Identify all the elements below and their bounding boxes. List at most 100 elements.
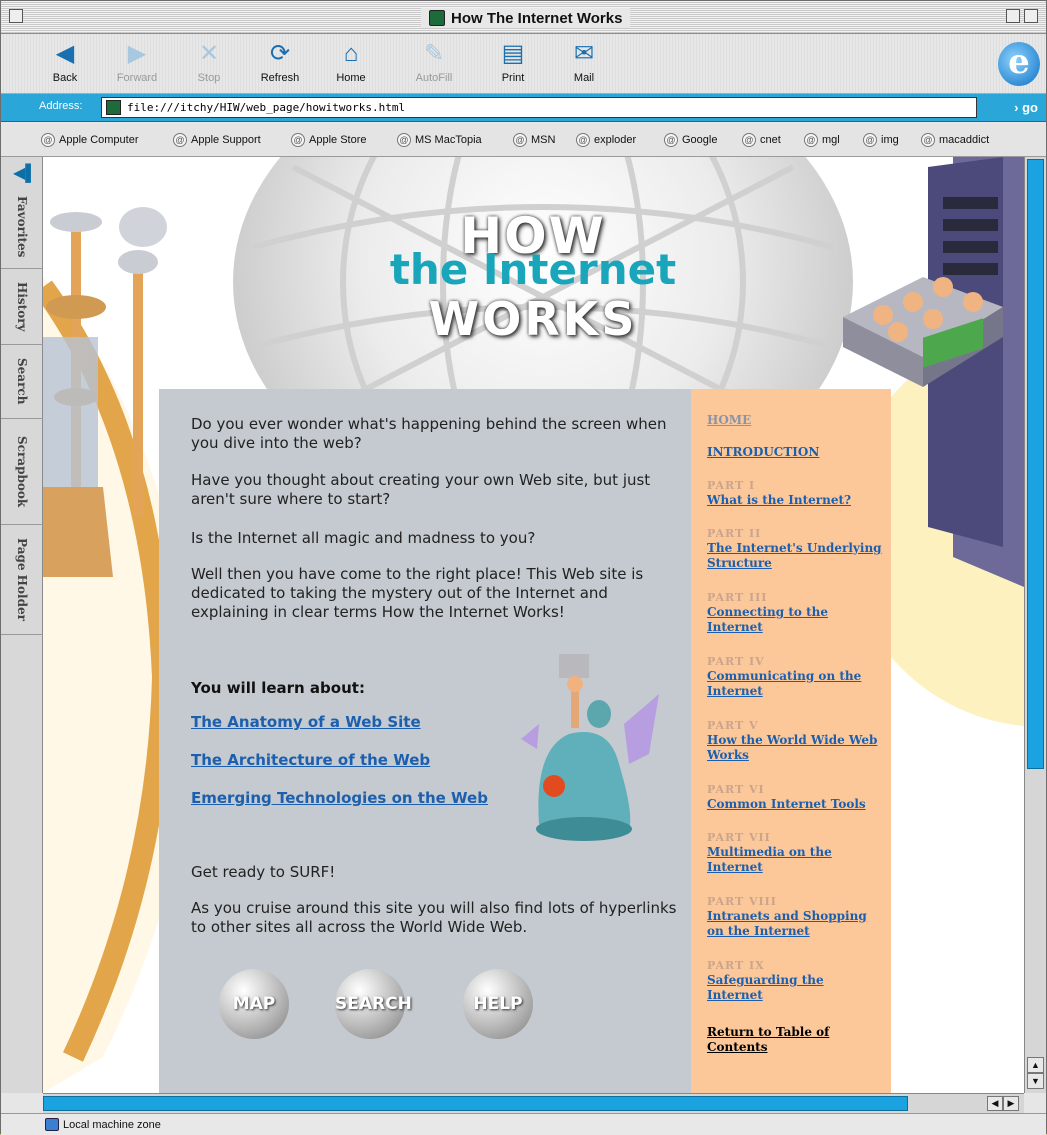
intro-paragraph-1: Do you ever wonder what's happening behi… — [191, 415, 667, 452]
map-button[interactable]: MAP — [219, 969, 289, 1039]
tab-favorites[interactable]: Favorites — [1, 185, 43, 269]
ie-logo-icon[interactable]: e — [998, 42, 1040, 86]
favorite-link[interactable]: @ Apple Computer — [41, 133, 139, 147]
horizontal-scroll-thumb[interactable] — [43, 1096, 908, 1111]
nav-part-link[interactable]: Common Internet Tools — [707, 797, 883, 812]
tab-label: Favorites — [15, 195, 29, 258]
tab-history[interactable]: History — [1, 269, 43, 345]
title-bar[interactable]: How The Internet Works — [1, 1, 1046, 34]
horizontal-scrollbar[interactable]: ◀ ▶ — [43, 1093, 1024, 1113]
favorite-link[interactable]: @ Google — [664, 133, 717, 147]
nav-part-link[interactable]: Connecting to the Internet — [707, 605, 883, 635]
return-to-contents-link[interactable]: Return to Table of Contents — [707, 1025, 883, 1055]
stop-icon: ✕ — [198, 40, 220, 67]
part-label: PART V — [707, 719, 759, 732]
vertical-scrollbar[interactable]: ▲ ▼ — [1024, 157, 1046, 1093]
home-label: Home — [336, 72, 366, 84]
back-button[interactable]: ◀ Back — [35, 40, 95, 84]
favorite-link[interactable]: @ mgl — [804, 133, 840, 147]
favorite-link[interactable]: @ img — [863, 133, 899, 147]
link-anatomy[interactable]: The Anatomy of a Web Site — [191, 713, 421, 731]
nav-part-link[interactable]: Multimedia on the Internet — [707, 845, 883, 875]
hero-title-works: WORKS — [428, 292, 638, 346]
part-label: PART I — [707, 479, 756, 492]
favorite-link[interactable]: @ Apple Store — [291, 133, 366, 147]
home-button[interactable]: ⌂ Home — [321, 40, 381, 84]
favorite-icon: @ — [576, 133, 590, 147]
document-icon — [429, 10, 445, 26]
forward-icon: ▶ — [127, 40, 147, 67]
autofill-button[interactable]: ✎ AutoFill — [404, 40, 464, 84]
status-bar: Local machine zone — [1, 1113, 1046, 1135]
main-panel: Do you ever wonder what's happening behi… — [159, 389, 691, 1093]
nav-part-link[interactable]: What is the Internet? — [707, 493, 883, 508]
autofill-icon: ✎ — [423, 40, 445, 67]
favorite-icon: @ — [664, 133, 678, 147]
print-button[interactable]: ▤ Print — [483, 40, 543, 84]
refresh-button[interactable]: ⟳ Refresh — [250, 40, 310, 84]
nav-part-link[interactable]: Safeguarding the Internet — [707, 973, 883, 1003]
intro-paragraph-3: Is the Internet all magic and madness to… — [191, 529, 536, 547]
tab-label: History — [15, 281, 29, 332]
favorite-link[interactable]: @ Apple Support — [173, 133, 261, 147]
favorite-icon: @ — [863, 133, 877, 147]
back-label: Back — [52, 72, 78, 84]
address-input[interactable]: file:///itchy/HIW/web_page/howitworks.ht… — [101, 97, 977, 118]
part-label: PART II — [707, 527, 762, 540]
close-box[interactable] — [9, 9, 23, 23]
favorite-link[interactable]: @ MS MacTopia — [397, 133, 482, 147]
mail-button[interactable]: ✉ Mail — [554, 40, 614, 84]
favorite-icon: @ — [173, 133, 187, 147]
favorite-icon: @ — [397, 133, 411, 147]
part-label: PART VIII — [707, 895, 777, 908]
zoom-box[interactable] — [1006, 9, 1020, 23]
scroll-left-icon[interactable]: ◀ — [987, 1096, 1003, 1111]
search-button[interactable]: SEARCH — [335, 969, 412, 1039]
tab-search[interactable]: Search — [1, 345, 43, 419]
mail-icon: ✉ — [573, 40, 595, 67]
favorite-label: mgl — [822, 134, 840, 146]
favorite-label: macaddict — [939, 134, 990, 146]
tab-scrapbook[interactable]: Scrapbook — [1, 419, 43, 525]
favorite-icon: @ — [804, 133, 818, 147]
favorite-link[interactable]: @ exploder — [576, 133, 636, 147]
link-architecture[interactable]: The Architecture of the Web — [191, 751, 430, 769]
refresh-label: Refresh — [260, 72, 300, 84]
autofill-label: AutoFill — [415, 72, 453, 84]
favorite-icon: @ — [513, 133, 527, 147]
forward-button[interactable]: ▶ Forward — [107, 40, 167, 84]
tab-label: Scrapbook — [15, 435, 29, 508]
nav-part-link[interactable]: Communicating on the Internet — [707, 669, 883, 699]
scroll-up-icon[interactable]: ▲ — [1027, 1057, 1044, 1073]
favorite-label: exploder — [594, 134, 637, 146]
cruise-text: As you cruise around this site you will … — [191, 899, 677, 936]
hero-title-internet: the Internet — [389, 245, 677, 294]
nav-part-link[interactable]: Intranets and Shopping on the Internet — [707, 909, 883, 939]
forward-label: Forward — [116, 72, 158, 84]
stop-label: Stop — [197, 72, 221, 84]
address-url[interactable]: file:///itchy/HIW/web_page/howitworks.ht… — [127, 101, 405, 114]
favorite-link[interactable]: @ macaddict — [921, 133, 989, 147]
part-label: PART IV — [707, 655, 765, 668]
favorite-link[interactable]: @ cnet — [742, 133, 781, 147]
nav-part-link[interactable]: The Internet's Underlying Structure — [707, 541, 883, 571]
favorite-link[interactable]: @ MSN — [513, 133, 555, 147]
go-button[interactable]: › go — [1014, 100, 1038, 115]
favorite-label: MSN — [531, 134, 556, 146]
help-button[interactable]: HELP — [463, 969, 533, 1039]
vertical-scroll-thumb[interactable] — [1027, 159, 1044, 769]
scroll-right-icon[interactable]: ▶ — [1003, 1096, 1019, 1111]
collapse-arrow-icon[interactable]: ◀▌ — [13, 163, 37, 183]
stop-button[interactable]: ✕ Stop — [179, 40, 239, 84]
nav-part-link[interactable]: How the World Wide Web Works — [707, 733, 883, 763]
intro-paragraph-2: Have you thought about creating your own… — [191, 471, 651, 508]
nav-home-link[interactable]: HOME — [707, 413, 751, 427]
nav-introduction-link[interactable]: INTRODUCTION — [707, 445, 819, 459]
link-emerging[interactable]: Emerging Technologies on the Web — [191, 789, 488, 807]
collapse-box[interactable] — [1024, 9, 1038, 23]
tab-page-holder[interactable]: Page Holder — [1, 525, 43, 635]
tab-label: Page Holder — [15, 538, 29, 621]
mail-label: Mail — [573, 72, 595, 84]
scroll-down-icon[interactable]: ▼ — [1027, 1073, 1044, 1089]
favorite-label: Google — [682, 134, 718, 146]
